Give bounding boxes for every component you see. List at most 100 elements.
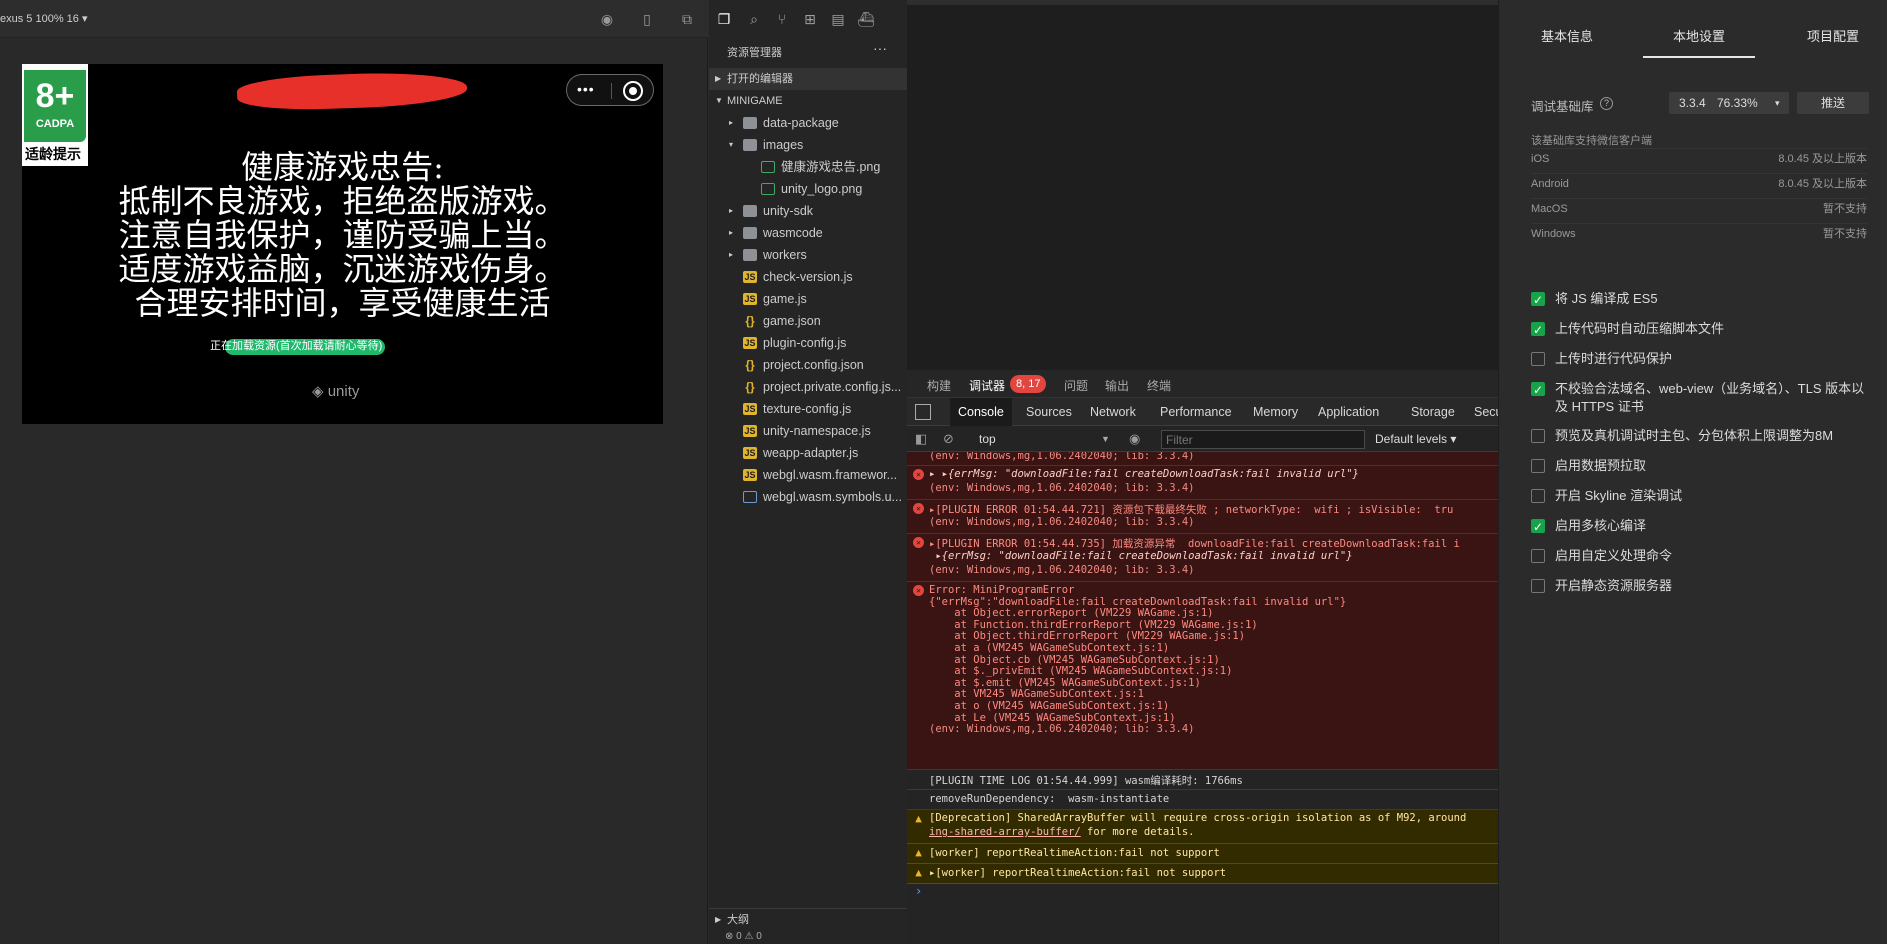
tab-performance[interactable]: Performance	[1152, 398, 1240, 426]
option-checkbox[interactable]	[1531, 381, 1545, 399]
search-icon[interactable]: ⌕	[745, 10, 763, 28]
settings-option[interactable]: 上传代码时自动压缩脚本文件	[1531, 320, 1871, 339]
menu-capsule[interactable]: •••	[566, 74, 654, 106]
settings-option[interactable]: 上传时进行代码保护	[1531, 350, 1871, 368]
option-checkbox[interactable]	[1531, 352, 1545, 366]
device-selector[interactable]: exus 5 100% 16 ▾	[0, 12, 87, 25]
context-selector[interactable]: top	[975, 429, 1115, 449]
file-tree-item[interactable]: ▸ data-package	[709, 112, 907, 134]
stack-trace-line[interactable]: at Object.thirdErrorReport (VM229 WAGame…	[929, 630, 1245, 642]
push-button[interactable]: 推送	[1797, 92, 1869, 114]
stack-trace-line[interactable]: at Object.cb (VM245 WAGameSubContext.js:…	[929, 654, 1220, 666]
chevron-right-icon[interactable]: ▸	[729, 112, 733, 134]
outline-section[interactable]: ▶ 大纲	[709, 908, 907, 930]
file-tree-item[interactable]: webgl.wasm.symbols.u...	[709, 486, 907, 508]
option-checkbox[interactable]	[1531, 459, 1545, 473]
file-tree-item[interactable]: {} game.json	[709, 310, 907, 332]
file-tree-item[interactable]: JS weapp-adapter.js	[709, 442, 907, 464]
file-tree-item[interactable]: {} project.private.config.js...	[709, 376, 907, 398]
chevron-right-icon[interactable]: ▸	[729, 200, 733, 222]
files-icon[interactable]: ❐	[715, 10, 733, 28]
file-tree-item[interactable]: JS plugin-config.js	[709, 332, 907, 354]
tab-project-config[interactable]: 项目配置	[1807, 26, 1859, 45]
tab-local-settings[interactable]: 本地设置	[1673, 26, 1725, 45]
stack-trace-line[interactable]: at $._privEmit (VM245 WAGameSubContext.j…	[929, 665, 1232, 677]
stack-trace-line[interactable]: at Function.thirdErrorReport (VM229 WAGa…	[929, 619, 1257, 631]
file-tree-item[interactable]: {} project.config.json	[709, 354, 907, 376]
console-filter-input[interactable]	[1161, 430, 1365, 449]
option-checkbox[interactable]	[1531, 321, 1545, 339]
settings-option[interactable]: 启用自定义处理命令	[1531, 547, 1871, 565]
tab-output[interactable]: 输出	[1105, 377, 1129, 394]
phone-icon[interactable]: ▯	[638, 10, 656, 28]
tab-basic-info[interactable]: 基本信息	[1541, 26, 1593, 45]
tab-sources[interactable]: Sources	[1018, 398, 1080, 426]
file-tree-item[interactable]: ▸ wasmcode	[709, 222, 907, 244]
close-mini-game-icon[interactable]	[623, 81, 643, 101]
file-tree-item[interactable]: ▸ workers	[709, 244, 907, 266]
settings-option[interactable]: 不校验合法域名、web-view（业务域名）、TLS 版本以及 HTTPS 证书	[1531, 380, 1871, 416]
console-error-entry[interactable]: ✕ Error: MiniProgramError {"errMsg":"down…	[907, 582, 1498, 770]
clear-console-icon[interactable]: ⊘	[943, 431, 954, 447]
tab-build[interactable]: 构建	[927, 377, 951, 394]
project-section[interactable]: ▼ MINIGAME	[709, 90, 907, 112]
tab-memory[interactable]: Memory	[1245, 398, 1306, 426]
file-tree-item[interactable]: ▸ unity-sdk	[709, 200, 907, 222]
settings-option[interactable]: 开启 Skyline 渲染调试	[1531, 487, 1871, 505]
log-levels-dropdown[interactable]: Default levels ▾	[1375, 432, 1456, 446]
tab-console[interactable]: Console	[950, 398, 1012, 426]
eye-icon[interactable]: ◉	[1129, 431, 1140, 447]
console-error-entry[interactable]: ✕ ▸ ▸{errMsg: "downloadFile:fail createD…	[907, 466, 1498, 500]
open-editors-section[interactable]: ▶ 打开的编辑器	[709, 68, 907, 90]
stack-trace-line[interactable]: at a (VM245 WAGameSubContext.js:1)	[929, 642, 1169, 654]
option-checkbox[interactable]	[1531, 429, 1545, 443]
tab-terminal[interactable]: 终端	[1147, 377, 1171, 394]
console-error-entry[interactable]: ✕ ▸[PLUGIN ERROR 01:54.44.721] 资源包下载最终失败…	[907, 500, 1498, 534]
chevron-right-icon[interactable]: ▸	[729, 222, 733, 244]
tab-problems[interactable]: 问题	[1064, 377, 1088, 394]
extensions-icon[interactable]: ⊞	[801, 10, 819, 28]
stack-trace-line[interactable]: at Le (VM245 WAGameSubContext.js:1)	[929, 712, 1175, 724]
option-checkbox[interactable]	[1531, 549, 1545, 563]
docker-icon[interactable]: ⛴	[857, 10, 875, 28]
tab-network[interactable]: Network	[1082, 398, 1144, 426]
settings-option[interactable]: 预览及真机调试时主包、分包体积上限调整为8M	[1531, 427, 1871, 445]
file-tree-item[interactable]: JS unity-namespace.js	[709, 420, 907, 442]
file-tree-item[interactable]: JS texture-config.js	[709, 398, 907, 420]
console-prompt[interactable]: ›	[907, 884, 1498, 904]
lib-version-select[interactable]: 3.3.4 76.33% ▾	[1669, 92, 1789, 114]
file-tree-item[interactable]: ▾ images	[709, 134, 907, 156]
stack-trace-line[interactable]: at o (VM245 WAGameSubContext.js:1)	[929, 700, 1169, 712]
file-tree-item[interactable]: unity_logo.png	[709, 178, 907, 200]
file-tree-item[interactable]: JS webgl.wasm.framewor...	[709, 464, 907, 486]
settings-option[interactable]: 将 JS 编译成 ES5	[1531, 290, 1871, 309]
sidebar-toggle-icon[interactable]: ◧	[915, 431, 927, 447]
chevron-right-icon[interactable]: ▸	[729, 244, 733, 266]
option-checkbox[interactable]	[1531, 291, 1545, 309]
source-control-icon[interactable]: ⑂	[773, 10, 791, 28]
settings-option[interactable]: 开启静态资源服务器	[1531, 577, 1871, 595]
more-actions-icon[interactable]: ···	[873, 40, 887, 56]
tab-application[interactable]: Application	[1310, 398, 1387, 426]
tab-storage[interactable]: Storage	[1403, 398, 1463, 426]
stack-trace-line[interactable]: at Object.errorReport (VM229 WAGame.js:1…	[929, 607, 1213, 619]
stack-trace-line[interactable]: at $.emit (VM245 WAGameSubContext.js:1)	[929, 677, 1201, 689]
console-warning-entry[interactable]: ▲ [Deprecation] SharedArrayBuffer will r…	[907, 810, 1498, 844]
chevron-down-icon[interactable]: ▾	[729, 134, 733, 156]
option-checkbox[interactable]	[1531, 518, 1545, 536]
tab-debugger[interactable]: 调试器	[969, 377, 1005, 394]
deprecation-link[interactable]: ing-shared-array-buffer/	[929, 826, 1081, 838]
settings-option[interactable]: 启用多核心编译	[1531, 517, 1871, 536]
stack-trace-line[interactable]: at VM245 WAGameSubContext.js:1	[929, 688, 1144, 700]
option-checkbox[interactable]	[1531, 489, 1545, 503]
console-error-entry[interactable]: ✕ ▸[PLUGIN ERROR 01:54.44.735] 加载资源异常 do…	[907, 534, 1498, 582]
console-warning-entry[interactable]: ▲ ▸[worker] reportRealtimeAction:fail no…	[907, 864, 1498, 884]
detach-window-icon[interactable]: ⧉	[678, 10, 696, 28]
problems-status[interactable]: ⊗ 0 ⚠ 0	[709, 930, 907, 944]
inspect-element-icon[interactable]	[915, 404, 931, 420]
more-icon[interactable]: •••	[577, 81, 595, 97]
debug-icon[interactable]: ▤	[829, 10, 847, 28]
file-tree-item[interactable]: 健康游戏忠告.png	[709, 156, 907, 178]
help-icon[interactable]: ?	[1600, 97, 1613, 110]
settings-option[interactable]: 启用数据预拉取	[1531, 457, 1871, 475]
